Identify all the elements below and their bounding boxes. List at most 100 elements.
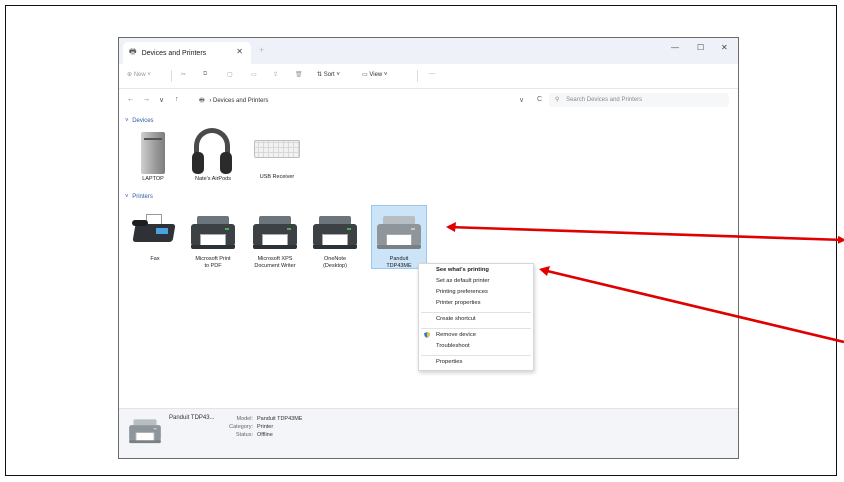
printer-icon (250, 210, 300, 256)
title-bar: 🖶 Devices and Printers ✕ + — ☐ ✕ (119, 38, 738, 64)
printer-small-icon: 🖶 (129, 47, 137, 56)
device-label: Nate's AirPods (195, 176, 231, 182)
view-button[interactable]: ▭ View ˅ (362, 71, 387, 78)
sort-button[interactable]: ⇅ Sort ˅ (317, 71, 340, 78)
uac-shield-icon (424, 332, 430, 338)
printer-icon (310, 210, 360, 256)
keyboard-icon (252, 134, 302, 164)
details-model-label: Model: (236, 416, 253, 422)
chevron-down-icon: ˅ (383, 72, 388, 78)
recent-locations-button[interactable]: ∨ (159, 96, 164, 104)
menu-item-set-default-printer[interactable]: Set as default printer (436, 278, 490, 284)
printer-panduit-tdp43me[interactable]: Panduit TDP43ME (369, 210, 429, 270)
cut-icon[interactable]: ✂ (181, 71, 186, 78)
toolbar-divider (171, 70, 172, 82)
tower-computer-icon (133, 128, 173, 176)
new-label: New (133, 72, 146, 78)
chevron-down-icon: ˅ (147, 72, 151, 78)
search-placeholder: Search Devices and Printers (566, 97, 643, 103)
toolbar-divider (417, 70, 418, 82)
menu-separator (421, 328, 531, 329)
printer-small-icon: 🖶 (199, 98, 205, 104)
printer-label-line1: Microsoft XPS (257, 256, 293, 262)
fax-icon (130, 210, 180, 250)
printer-label-line2: (Desktop) (323, 263, 347, 269)
printer-label-line1: Microsoft Print (195, 256, 231, 262)
new-icon: ⊕ (127, 72, 133, 78)
details-pane: Panduit TDP43... Model: Panduit TDP43ME … (119, 408, 738, 458)
details-name: Panduit TDP43... (169, 415, 215, 421)
details-category-label: Category: (229, 424, 253, 430)
search-icon: ⚲ (555, 97, 560, 103)
printer-offline-icon (374, 210, 424, 256)
printer-label: Fax (150, 256, 160, 262)
tab-title: Devices and Printers (141, 49, 207, 57)
context-menu: See what's printing Set as default print… (418, 263, 534, 371)
section-devices-label: Devices (132, 118, 154, 124)
printer-offline-icon (127, 415, 167, 451)
section-printers-label: Printers (132, 194, 153, 200)
breadcrumb[interactable]: 🖶 › Devices and Printers (199, 96, 268, 106)
more-options-button[interactable]: ··· (429, 71, 435, 77)
menu-item-printing-preferences[interactable]: Printing preferences (436, 289, 488, 295)
maximize-button[interactable]: ☐ (697, 43, 704, 52)
section-printers-header[interactable]: ˅ Printers (125, 194, 153, 200)
details-status-value: Offline (257, 432, 273, 438)
new-tab-button[interactable]: + (259, 45, 264, 55)
printer-fax[interactable]: Fax (125, 210, 185, 263)
details-status-label: Status: (235, 432, 253, 438)
explorer-window: 🖶 Devices and Printers ✕ + — ☐ ✕ ⊕ New ˅… (118, 37, 739, 459)
chevron-down-icon: ˅ (336, 72, 340, 78)
sort-icon: ⇅ (317, 72, 323, 78)
search-input[interactable]: ⚲ Search Devices and Printers (549, 93, 729, 107)
forward-button[interactable]: → (143, 96, 150, 103)
printer-label-line1: Panduit (389, 256, 409, 262)
command-bar: ⊕ New ˅ ✂ ⧉ ▢ ▭ ⇪ 🗑 ⇅ Sort ˅ ▭ View ˅ ··… (119, 64, 738, 89)
printer-microsoft-print-to-pdf[interactable]: Microsoft Print to PDF (183, 210, 243, 270)
rename-icon[interactable]: ▭ (251, 71, 257, 78)
chevron-down-icon: ˅ (125, 194, 129, 200)
menu-item-remove-device[interactable]: Remove device (436, 332, 476, 338)
up-button[interactable]: ↑ (175, 96, 179, 103)
back-button[interactable]: ← (127, 96, 134, 103)
menu-item-create-shortcut[interactable]: Create shortcut (436, 316, 476, 322)
section-devices-header[interactable]: ˅ Devices (125, 118, 154, 124)
tab-close-button[interactable]: ✕ (236, 47, 243, 56)
menu-item-printer-properties[interactable]: Printer properties (436, 300, 480, 306)
device-usb-receiver[interactable]: USB Receiver (247, 134, 307, 181)
menu-item-troubleshoot[interactable]: Troubleshoot (436, 343, 470, 349)
minimize-button[interactable]: — (671, 43, 679, 52)
menu-item-properties[interactable]: Properties (436, 359, 462, 365)
device-airpods[interactable]: Nate's AirPods (183, 126, 243, 183)
address-row: ← → ∨ ↑ 🖶 › Devices and Printers ∨ C ⚲ S… (119, 88, 738, 112)
tab-devices-and-printers[interactable]: 🖶 Devices and Printers ✕ (123, 42, 251, 64)
chevron-down-icon: ˅ (125, 118, 129, 124)
delete-icon[interactable]: 🗑 (295, 71, 303, 78)
menu-separator (421, 355, 531, 356)
view-label: View (369, 72, 383, 78)
refresh-button[interactable]: C (537, 96, 542, 103)
printer-microsoft-xps[interactable]: Microsoft XPS Document Writer (245, 210, 305, 270)
new-button[interactable]: ⊕ New ˅ (127, 71, 151, 78)
details-model-value: Panduit TDP43ME (257, 416, 303, 422)
sort-label: Sort (323, 72, 335, 78)
device-label: USB Receiver (259, 174, 295, 180)
printer-label-line1: OneNote (323, 256, 346, 262)
printer-onenote[interactable]: OneNote (Desktop) (305, 210, 365, 270)
paste-icon[interactable]: ▢ (227, 71, 233, 78)
share-icon[interactable]: ⇪ (273, 71, 278, 78)
device-label: LAPTOP (142, 176, 164, 182)
copy-icon[interactable]: ⧉ (203, 71, 207, 78)
details-category-value: Printer (257, 424, 274, 430)
printer-label-line2: Document Writer (254, 263, 296, 269)
view-icon: ▭ (362, 72, 368, 78)
menu-separator (421, 312, 531, 313)
printer-label-line2: to PDF (204, 263, 222, 269)
device-laptop[interactable]: LAPTOP (123, 128, 183, 183)
printer-icon (188, 210, 238, 256)
close-button[interactable]: ✕ (721, 43, 728, 52)
breadcrumb-label: Devices and Printers (213, 98, 269, 104)
menu-item-see-whats-printing[interactable]: See what's printing (436, 267, 489, 273)
headphones-icon (188, 126, 238, 176)
address-dropdown-button[interactable]: ∨ (519, 96, 524, 104)
